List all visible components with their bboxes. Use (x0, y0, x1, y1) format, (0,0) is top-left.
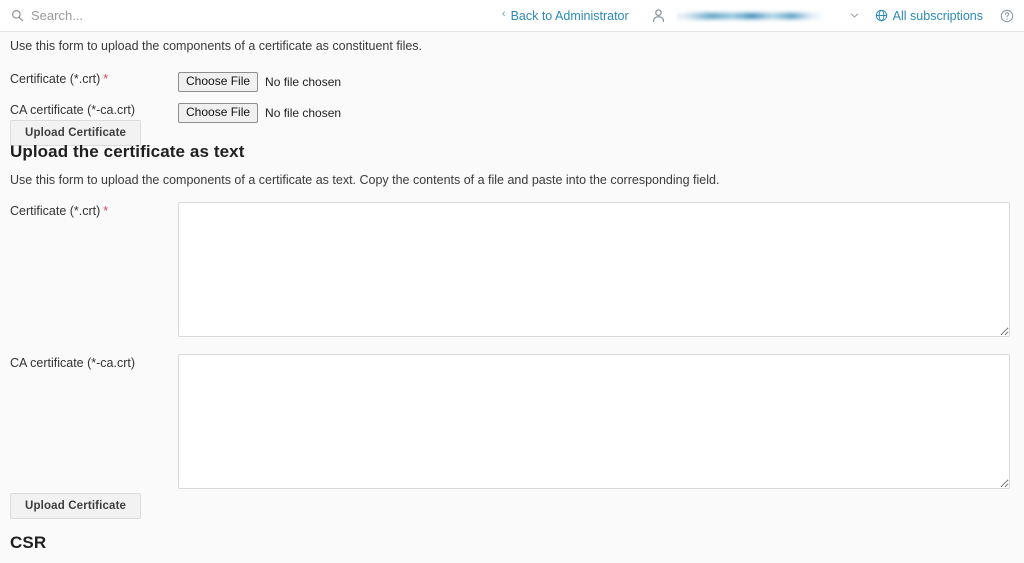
text-field-ca-certificate-label: CA certificate (*-ca.crt) (10, 356, 136, 370)
text-upload-description: Use this form to upload the components o… (10, 173, 720, 187)
certificate-textarea[interactable] (178, 202, 1010, 337)
text-upload-title: Upload the certificate as text (10, 142, 245, 161)
choose-file-button-ca-certificate[interactable]: Choose File (178, 103, 259, 124)
file-input-ca-certificate[interactable]: Choose File No file chosen (178, 103, 342, 124)
chevron-down-icon[interactable] (840, 11, 875, 20)
header-right-actions: ‹ Back to Administrator All subscription… (494, 0, 1024, 31)
file-field-certificate-label: Certificate (*.crt) * (10, 72, 109, 86)
chevron-left-icon: ‹ (501, 8, 506, 20)
file-field-ca-certificate-label: CA certificate (*-ca.crt) (10, 103, 136, 117)
search-input[interactable] (31, 8, 221, 23)
search-box[interactable] (0, 8, 221, 23)
upload-certificate-button-text[interactable]: Upload Certificate (10, 493, 142, 519)
required-marker: * (103, 72, 109, 86)
file-status-ca-certificate: No file chosen (265, 106, 342, 121)
back-to-administrator-link[interactable]: ‹ Back to Administrator (494, 9, 637, 23)
main-content: Use this form to upload the components o… (0, 32, 1024, 563)
file-upload-description: Use this form to upload the components o… (10, 39, 423, 53)
csr-section-title: CSR (10, 533, 47, 552)
globe-icon (875, 9, 888, 22)
search-icon (11, 9, 24, 22)
file-field-certificate: Certificate (*.crt) * Choose File No file… (10, 72, 710, 93)
ca-certificate-textarea[interactable] (178, 354, 1010, 489)
back-to-administrator-label: Back to Administrator (510, 8, 629, 23)
person-icon[interactable] (637, 8, 672, 23)
choose-file-button-certificate[interactable]: Choose File (178, 72, 259, 93)
user-name-redacted[interactable] (675, 8, 836, 24)
text-field-certificate-label: Certificate (*.crt) * (10, 204, 109, 218)
file-status-certificate: No file chosen (265, 75, 342, 90)
help-circle-icon[interactable] (983, 9, 1014, 23)
file-input-certificate[interactable]: Choose File No file chosen (178, 72, 342, 93)
top-header-bar: ‹ Back to Administrator (0, 0, 1024, 32)
all-subscriptions-label: All subscriptions (892, 8, 983, 23)
all-subscriptions-link[interactable]: All subscriptions (875, 9, 983, 23)
required-marker: * (103, 204, 109, 218)
